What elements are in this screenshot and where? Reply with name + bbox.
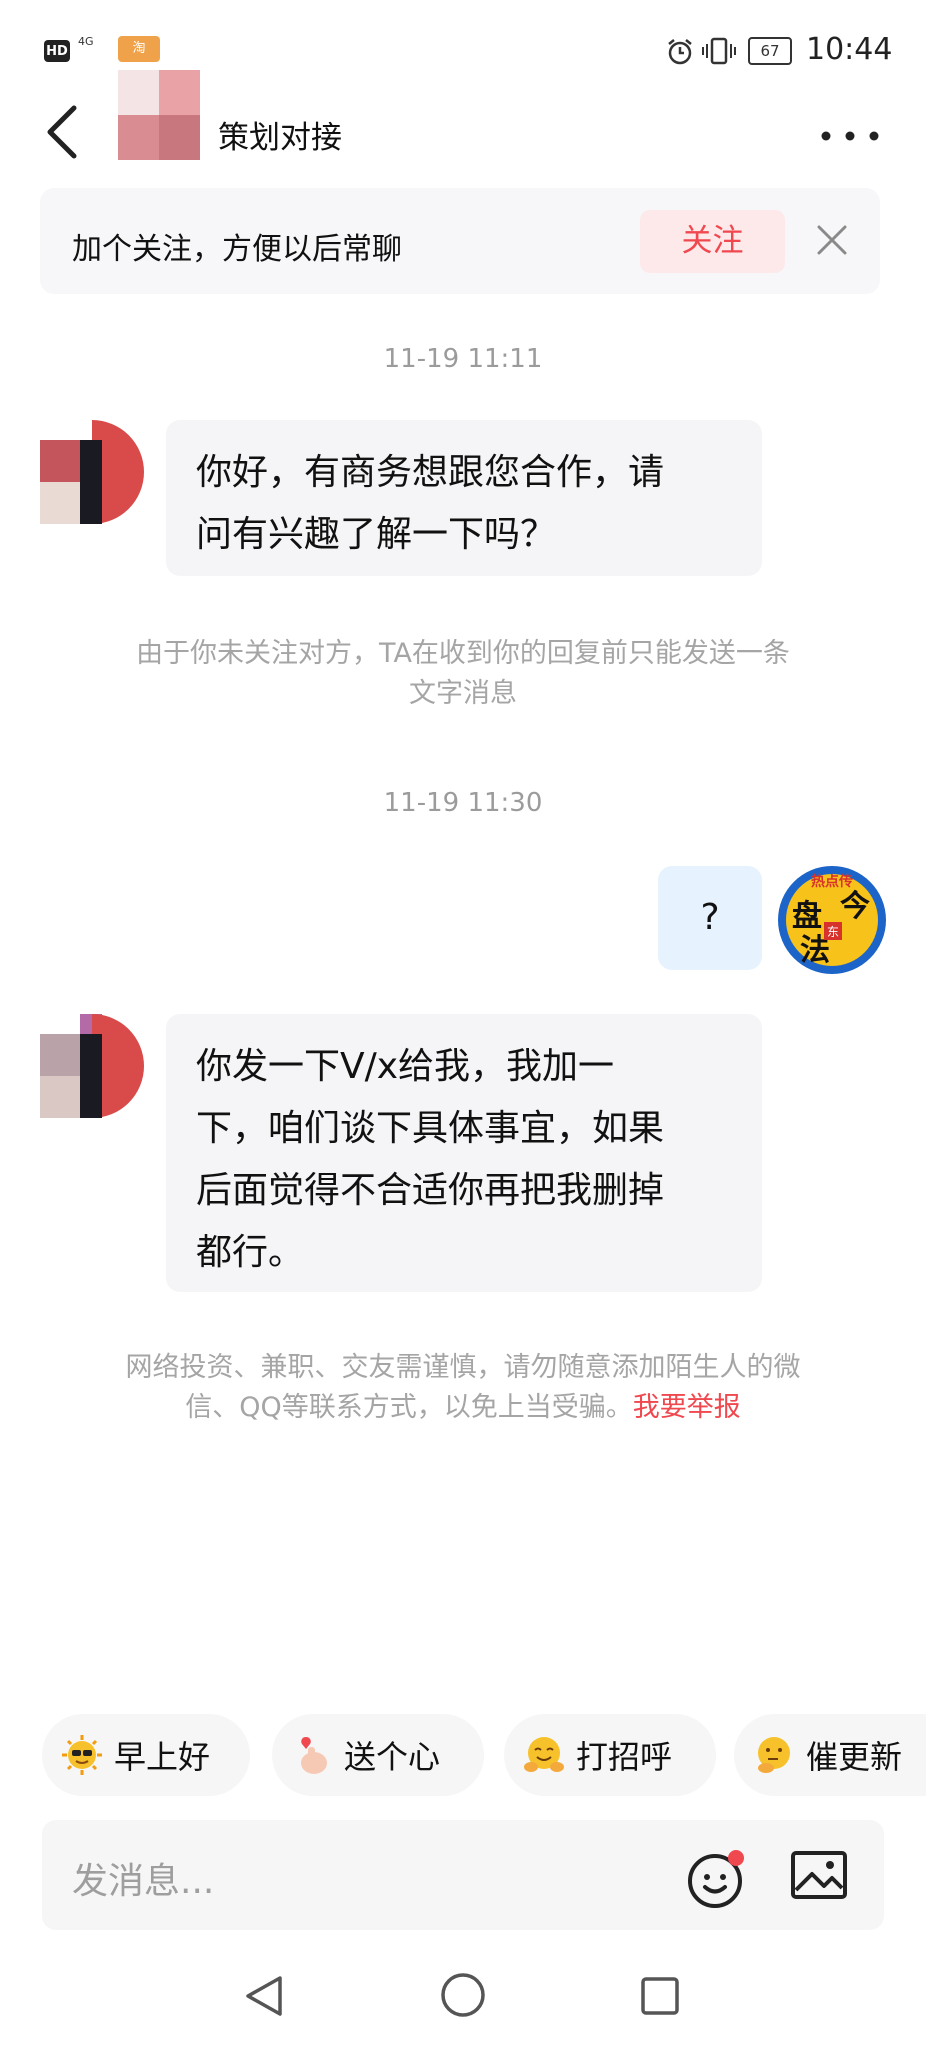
- chat-title: 策划对接: [218, 120, 342, 156]
- quick-reply-chip[interactable]: 送个心: [272, 1714, 484, 1796]
- contact-avatar[interactable]: [118, 70, 200, 160]
- quick-reply-label: 送个心: [344, 1738, 441, 1776]
- follow-button[interactable]: 关注: [640, 210, 785, 273]
- message-timestamp: 11-19 11:30: [383, 788, 543, 818]
- system-notice-line: 文字消息: [409, 678, 517, 709]
- quick-reply-chip[interactable]: 早上好: [42, 1714, 250, 1796]
- sun-sunglasses-emoji-icon: [60, 1733, 104, 1777]
- safety-warning: 网络投资、兼职、交友需谨慎，请勿随意添加陌生人的微 信、QQ等联系方式，以免上当…: [0, 1348, 926, 1428]
- quick-reply-label: 打招呼: [576, 1738, 673, 1776]
- message-input-placeholder: 发消息...: [72, 1861, 215, 1902]
- message-text-line: 下，咱们谈下具体事宜，如果: [196, 1108, 665, 1149]
- message-text-line: 都行。: [196, 1232, 305, 1273]
- network-indicator: 4G: [78, 35, 94, 48]
- alarm-icon: [666, 38, 694, 70]
- avatar-text: 盘: [792, 899, 822, 934]
- message-timestamp: 11-19 11:11: [383, 344, 543, 374]
- outgoing-message-bubble[interactable]: ?: [658, 866, 762, 970]
- message-text-line: 你发一下V/x给我，我加一: [196, 1046, 615, 1087]
- more-options-icon[interactable]: [820, 126, 880, 141]
- avatar-text: 热点传: [811, 873, 853, 890]
- quick-reply-label: 催更新: [806, 1738, 903, 1776]
- vibrate-icon: [702, 36, 736, 70]
- finger-heart-emoji-icon: [290, 1733, 334, 1777]
- system-notice: 由于你未关注对方，TA在收到你的回复前只能发送一条 文字消息: [0, 634, 926, 714]
- follow-banner: 加个关注，方便以后常聊 关注: [40, 188, 880, 294]
- close-icon[interactable]: [816, 224, 848, 260]
- image-picker-icon[interactable]: [790, 1850, 848, 1904]
- sender-avatar[interactable]: [40, 1014, 144, 1118]
- message-text-line: 问有兴趣了解一下吗？: [196, 514, 557, 555]
- message-text-line: 你好，有商务想跟您合作，请: [196, 452, 665, 493]
- safety-warning-line: 网络投资、兼职、交友需谨慎，请勿随意添加陌生人的微: [125, 1352, 801, 1383]
- system-notice-line: 由于你未关注对方，TA在收到你的回复前只能发送一条: [136, 638, 790, 669]
- message-input[interactable]: 发消息...: [42, 1820, 884, 1930]
- follow-banner-text: 加个关注，方便以后常聊: [72, 232, 402, 267]
- hugging-face-emoji-icon: [522, 1733, 566, 1777]
- emoji-picker-icon[interactable]: [686, 1848, 748, 1914]
- incoming-message-bubble[interactable]: 你好，有商务想跟您合作，请 问有兴趣了解一下吗？: [166, 420, 762, 576]
- safety-warning-text: 信、QQ等联系方式，以免上当受骗。: [185, 1392, 633, 1423]
- avatar-seal: 东: [827, 925, 839, 939]
- nav-home-icon[interactable]: [440, 1972, 486, 2022]
- nav-recent-apps-icon[interactable]: [640, 1976, 680, 2020]
- quick-reply-label: 早上好: [114, 1738, 211, 1776]
- incoming-message-bubble[interactable]: 你发一下V/x给我，我加一 下，咱们谈下具体事宜，如果 后面觉得不合适你再把我删…: [166, 1014, 762, 1292]
- avatar-text: 今: [840, 889, 870, 924]
- nav-back-icon[interactable]: [244, 1974, 284, 2022]
- my-avatar[interactable]: 热点传 盘 今 法 东: [776, 864, 888, 976]
- message-text-line: 后面觉得不合适你再把我删掉: [196, 1170, 665, 1211]
- quick-reply-chip[interactable]: 打招呼: [504, 1714, 716, 1796]
- report-link[interactable]: 我要举报: [633, 1392, 741, 1423]
- thinking-face-emoji-icon: [752, 1733, 796, 1777]
- sender-avatar[interactable]: [40, 420, 144, 524]
- hd-badge: HD: [44, 40, 70, 62]
- message-text: ?: [700, 897, 720, 938]
- battery-indicator: 67: [748, 37, 792, 65]
- back-icon[interactable]: [42, 104, 82, 164]
- clock: 10:44: [806, 32, 893, 67]
- safety-warning-line: 信、QQ等联系方式，以免上当受骗。我要举报: [0, 1388, 926, 1428]
- quick-reply-chip[interactable]: 催更新: [734, 1714, 926, 1796]
- notification-app-icon: 淘: [118, 36, 160, 62]
